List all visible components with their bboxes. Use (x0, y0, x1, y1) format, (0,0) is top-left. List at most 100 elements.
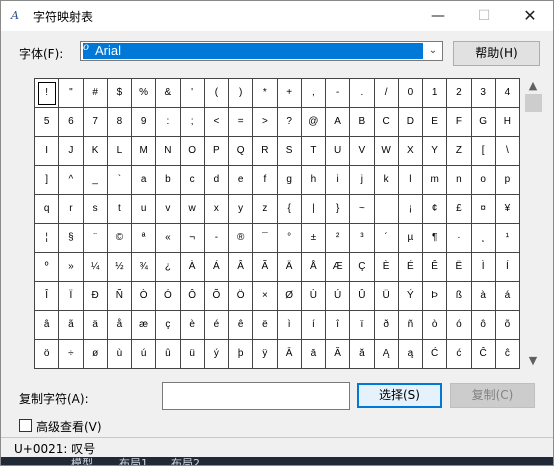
char-cell[interactable]: à (471, 282, 496, 311)
char-cell[interactable]: â (35, 311, 60, 340)
char-cell[interactable]: E (423, 108, 448, 137)
char-cell[interactable] (374, 195, 399, 224)
char-cell[interactable]: ¼ (83, 253, 108, 282)
char-cell[interactable]: ¿ (156, 253, 181, 282)
char-cell[interactable]: 5 (35, 108, 60, 137)
char-cell[interactable]: º (35, 253, 60, 282)
char-cell[interactable]: ( (204, 79, 229, 108)
char-cell[interactable]: _ (83, 166, 108, 195)
char-cell[interactable]: ò (423, 311, 448, 340)
char-cell[interactable]: } (326, 195, 351, 224)
char-cell[interactable]: b (156, 166, 181, 195)
char-cell[interactable]: Ò (132, 282, 157, 311)
char-cell[interactable]: Ï (59, 282, 84, 311)
char-cell[interactable]: Å (301, 253, 326, 282)
char-cell[interactable]: a (132, 166, 157, 195)
char-cell[interactable]: 2 (447, 79, 472, 108)
char-cell[interactable]: î (326, 311, 351, 340)
char-cell[interactable]: £ (447, 195, 472, 224)
char-cell[interactable]: ì (277, 311, 302, 340)
char-cell[interactable]: { (277, 195, 302, 224)
char-cell[interactable]: ć (447, 340, 472, 369)
char-cell[interactable]: c (180, 166, 205, 195)
char-cell[interactable]: D (398, 108, 423, 137)
char-cell[interactable]: ó (447, 311, 472, 340)
char-cell[interactable]: ¸ (471, 224, 496, 253)
char-cell[interactable]: Û (350, 282, 375, 311)
char-cell[interactable]: r (59, 195, 84, 224)
copy-button[interactable]: 复制(C) (450, 383, 535, 408)
char-cell[interactable]: G (471, 108, 496, 137)
char-cell[interactable]: ¹ (495, 224, 520, 253)
char-cell[interactable]: Ã (253, 253, 278, 282)
char-cell[interactable]: ® (229, 224, 254, 253)
char-cell[interactable]: V (350, 137, 375, 166)
char-cell[interactable]: % (132, 79, 157, 108)
char-cell[interactable]: x (204, 195, 229, 224)
char-cell[interactable]: - (326, 79, 351, 108)
char-cell[interactable]: X (398, 137, 423, 166)
char-cell[interactable]: y (229, 195, 254, 224)
char-cell[interactable]: Ü (374, 282, 399, 311)
char-cell[interactable]: Ā (277, 340, 302, 369)
char-cell[interactable]: Ð (83, 282, 108, 311)
char-cell[interactable]: e (229, 166, 254, 195)
char-cell[interactable]: µ (398, 224, 423, 253)
char-cell[interactable]: È (374, 253, 399, 282)
char-cell[interactable]: ¯ (253, 224, 278, 253)
char-cell[interactable]: ° (277, 224, 302, 253)
char-cell[interactable]: è (180, 311, 205, 340)
char-cell[interactable]: Ö (229, 282, 254, 311)
select-button[interactable]: 选择(S) (357, 383, 442, 408)
char-cell[interactable]: Ă (326, 340, 351, 369)
char-cell[interactable]: á (495, 282, 520, 311)
char-cell[interactable]: ð (374, 311, 399, 340)
char-cell[interactable]: ĉ (495, 340, 520, 369)
char-cell[interactable]: ª (132, 224, 157, 253)
char-cell[interactable]: 9 (132, 108, 157, 137)
char-cell[interactable]: § (59, 224, 84, 253)
char-cell[interactable]: v (156, 195, 181, 224)
char-cell[interactable]: K (83, 137, 108, 166)
char-cell[interactable]: ù (107, 340, 132, 369)
char-cell[interactable]: ā (301, 340, 326, 369)
char-cell[interactable]: = (229, 108, 254, 137)
char-cell[interactable]: > (253, 108, 278, 137)
char-cell[interactable]: g (277, 166, 302, 195)
char-cell[interactable]: Ô (180, 282, 205, 311)
char-cell[interactable]: Z (447, 137, 472, 166)
char-cell[interactable]: ß (447, 282, 472, 311)
char-cell[interactable]: ¾ (132, 253, 157, 282)
char-cell[interactable]: l (398, 166, 423, 195)
char-cell[interactable]: \ (495, 137, 520, 166)
char-cell[interactable]: ÷ (59, 340, 84, 369)
char-cell[interactable]: Â (229, 253, 254, 282)
char-cell[interactable]: ç (156, 311, 181, 340)
char-cell[interactable]: ÿ (253, 340, 278, 369)
char-cell[interactable]: ú (132, 340, 157, 369)
help-button[interactable]: 帮助(H) (453, 41, 540, 66)
copy-chars-input[interactable] (162, 382, 350, 410)
char-cell[interactable]: 7 (83, 108, 108, 137)
char-cell[interactable]: é (204, 311, 229, 340)
font-dropdown[interactable]: Arial o ⌄ (80, 41, 443, 61)
char-cell[interactable]: 8 (107, 108, 132, 137)
char-cell[interactable]: A (326, 108, 351, 137)
char-cell[interactable]: j (350, 166, 375, 195)
char-cell[interactable]: 0 (398, 79, 423, 108)
char-cell[interactable]: ^ (59, 166, 84, 195)
char-cell[interactable]: Ó (156, 282, 181, 311)
char-cell[interactable]: d (204, 166, 229, 195)
char-cell[interactable]: æ (132, 311, 157, 340)
char-cell[interactable]: ¬ (180, 224, 205, 253)
char-cell[interactable]: ý (204, 340, 229, 369)
maximize-button[interactable]: ☐ (461, 1, 507, 31)
char-cell[interactable]: m (423, 166, 448, 195)
char-cell[interactable]: C (374, 108, 399, 137)
char-cell[interactable]: . (350, 79, 375, 108)
char-cell[interactable]: ¦ (35, 224, 60, 253)
char-cell[interactable]: ñ (398, 311, 423, 340)
char-cell[interactable]: ¶ (423, 224, 448, 253)
char-cell[interactable]: Y (423, 137, 448, 166)
char-cell[interactable]: Ĉ (471, 340, 496, 369)
